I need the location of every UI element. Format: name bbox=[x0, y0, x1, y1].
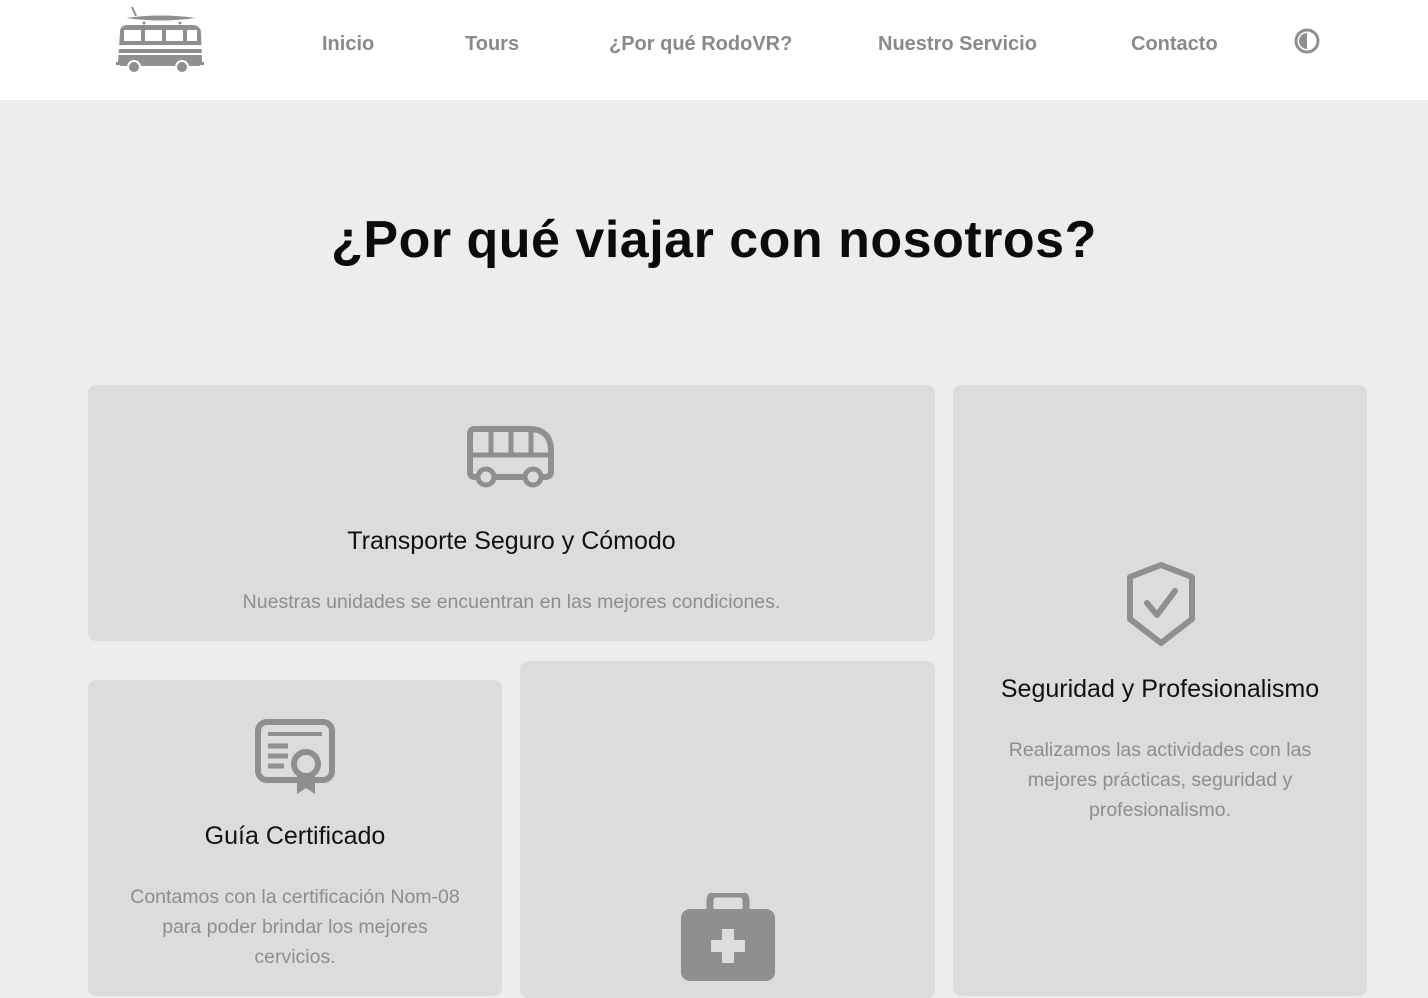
card-description: Realizamos las actividades con las mejor… bbox=[1008, 739, 1312, 821]
card-title: Seguridad y Profesionalismo bbox=[1000, 675, 1320, 703]
card-description: Nuestras unidades se encuentran en las m… bbox=[242, 591, 781, 613]
nav-inicio-link[interactable]: Inicio bbox=[322, 33, 374, 56]
card-description: Contamos con la certificación Nom-08 par… bbox=[130, 886, 460, 968]
section-title: ¿Por qué viajar con nosotros? bbox=[331, 211, 1097, 269]
camper-van-logo-icon[interactable] bbox=[112, 2, 208, 76]
nav-nuestro-servicio-link[interactable]: Nuestro Servicio bbox=[878, 33, 1037, 56]
first-aid-kit-icon bbox=[681, 893, 775, 981]
feature-card-guide: Guía Certificado Contamos con la certifi… bbox=[88, 680, 502, 996]
feature-card-transport: Transporte Seguro y Cómodo Nuestras unid… bbox=[88, 385, 935, 641]
feature-card-security: Seguridad y Profesionalismo Realizamos l… bbox=[953, 385, 1367, 996]
theme-toggle-button[interactable] bbox=[1293, 27, 1321, 55]
certificate-icon bbox=[255, 719, 335, 794]
card-title: Transporte Seguro y Cómodo bbox=[347, 527, 676, 555]
contrast-icon bbox=[1294, 28, 1320, 54]
bus-icon bbox=[467, 426, 554, 488]
nav-por-que-link[interactable]: ¿Por qué RodoVR? bbox=[609, 33, 792, 56]
camper-van-with-surfboard-icon bbox=[116, 6, 204, 74]
shield-check-icon bbox=[1127, 562, 1195, 646]
nav-contacto-link[interactable]: Contacto bbox=[1131, 33, 1218, 56]
nav-tours-link[interactable]: Tours bbox=[465, 33, 519, 56]
feature-card-first-aid bbox=[520, 661, 935, 998]
navbar: Inicio Tours ¿Por qué RodoVR? Nuestro Se… bbox=[0, 0, 1428, 100]
card-title: Guía Certificado bbox=[204, 822, 386, 850]
